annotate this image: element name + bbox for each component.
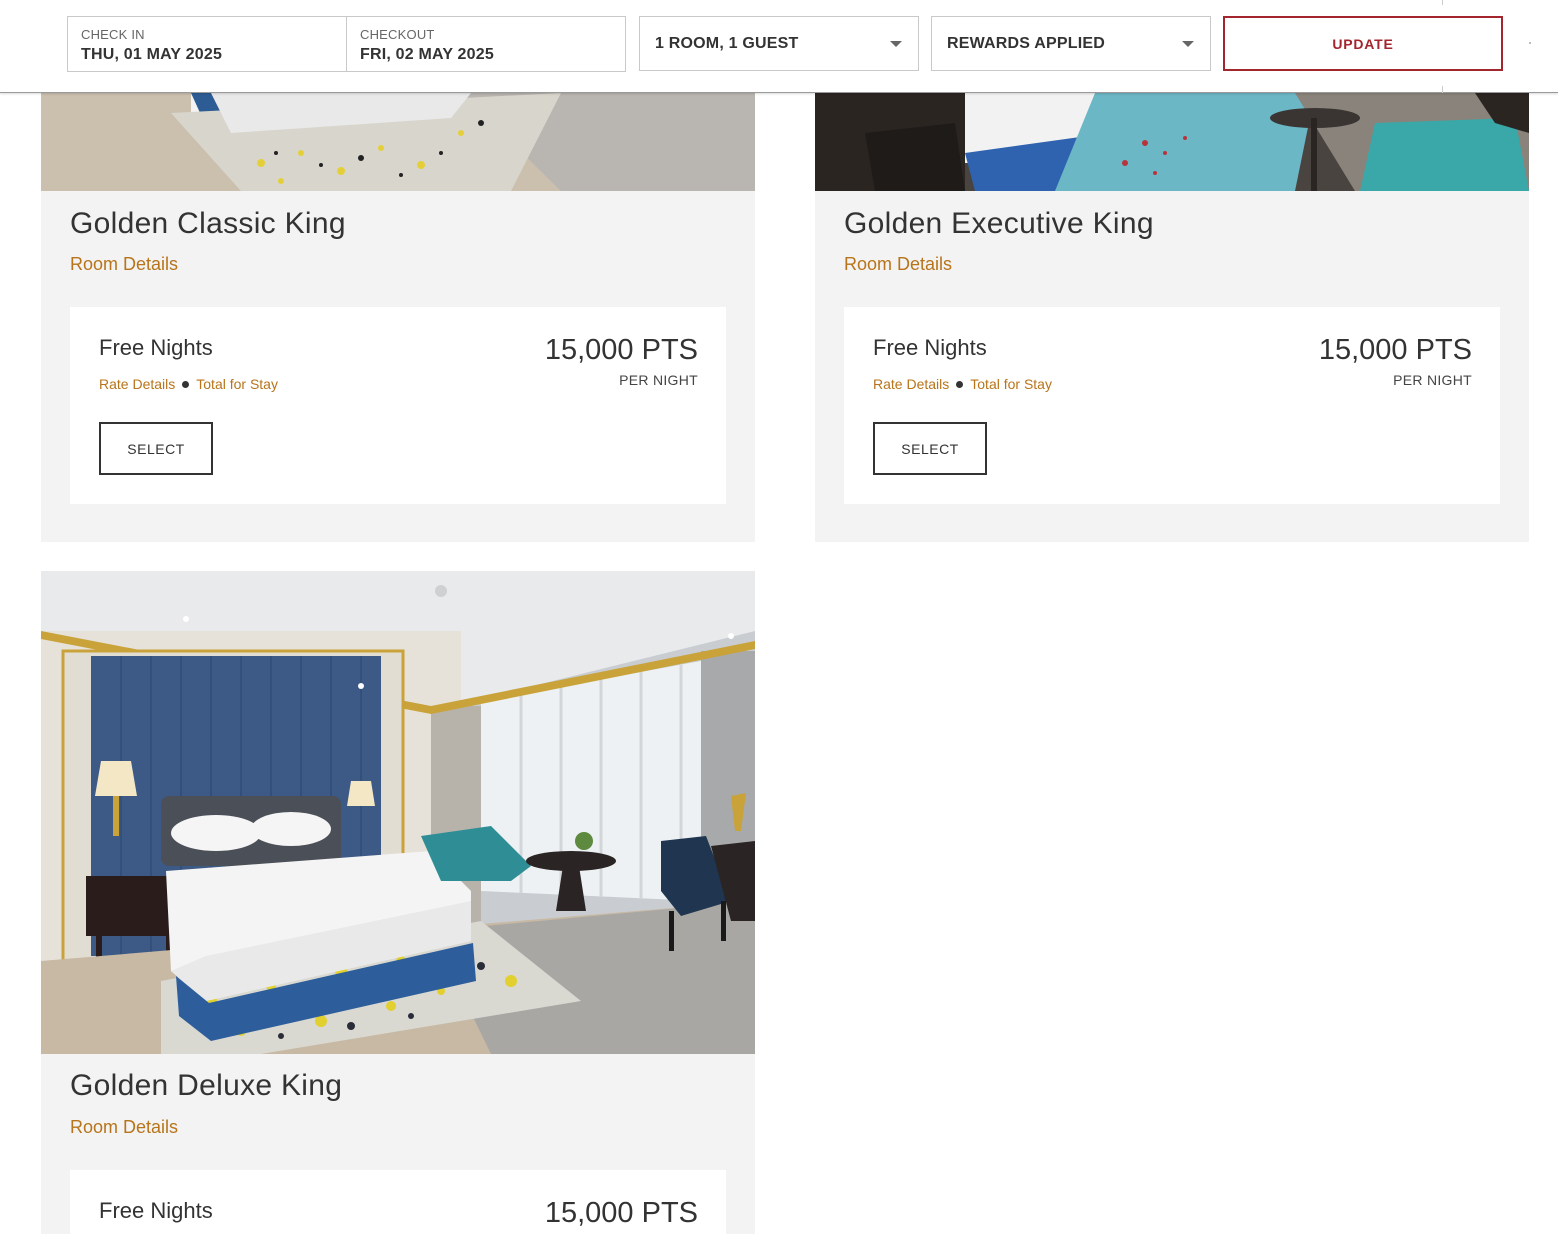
per-night-label: PER NIGHT (619, 372, 698, 388)
checkout-field[interactable]: CHECKOUT FRI, 02 MAY 2025 (346, 17, 625, 71)
bullet-separator (956, 380, 964, 388)
room-name: Golden Classic King (70, 207, 346, 240)
room-card: Golden Executive King Room Details Free … (815, 93, 1529, 542)
divider (1442, 86, 1443, 93)
room-name: Golden Deluxe King (70, 1069, 343, 1102)
divider (1529, 42, 1531, 44)
rate-details-link[interactable]: Rate Details (873, 376, 949, 392)
total-for-stay-link[interactable]: Total for Stay (196, 376, 278, 392)
room-photo[interactable] (41, 571, 755, 1054)
rewards-value: REWARDS APPLIED (947, 34, 1105, 52)
bullet-separator (182, 380, 190, 388)
room-details-link[interactable]: Room Details (844, 254, 952, 275)
rate-price: 15,000 PTS (544, 1197, 698, 1229)
rate-name: Free Nights (873, 335, 987, 360)
rate-option: Free Nights 15,000 PTS (70, 1170, 726, 1234)
room-details-link[interactable]: Room Details (70, 1117, 178, 1138)
update-button[interactable]: UPDATE (1223, 16, 1503, 71)
rate-links: Rate Details Total for Stay (873, 376, 1052, 392)
check-in-field[interactable]: CHECK IN THU, 01 MAY 2025 (68, 17, 346, 71)
booking-search-bar: CHECK IN THU, 01 MAY 2025 CHECKOUT FRI, … (0, 0, 1558, 93)
chevron-down-icon (1182, 41, 1194, 47)
rate-option: Free Nights Rate Details Total for Stay … (70, 307, 726, 504)
date-range-picker[interactable]: CHECK IN THU, 01 MAY 2025 CHECKOUT FRI, … (67, 16, 626, 72)
room-card: Golden Deluxe King Room Details Free Nig… (41, 571, 755, 1234)
room-photo[interactable] (41, 93, 755, 191)
rate-option: Free Nights Rate Details Total for Stay … (844, 307, 1500, 504)
room-details-link[interactable]: Room Details (70, 254, 178, 275)
room-name: Golden Executive King (844, 207, 1154, 240)
select-button[interactable]: SELECT (873, 422, 987, 475)
rooms-guests-value: 1 ROOM, 1 GUEST (655, 34, 799, 52)
select-button[interactable]: SELECT (99, 422, 213, 475)
rate-links: Rate Details Total for Stay (99, 376, 278, 392)
rewards-select[interactable]: REWARDS APPLIED (931, 16, 1211, 71)
rate-name: Free Nights (99, 335, 213, 360)
divider (1442, 0, 1443, 5)
rate-price: 15,000 PTS (544, 334, 698, 366)
rate-name: Free Nights (99, 1198, 213, 1223)
rooms-guests-select[interactable]: 1 ROOM, 1 GUEST (639, 16, 919, 71)
chevron-down-icon (890, 41, 902, 47)
checkout-label: CHECKOUT (360, 27, 435, 42)
total-for-stay-link[interactable]: Total for Stay (970, 376, 1052, 392)
rate-details-link[interactable]: Rate Details (99, 376, 175, 392)
check-in-label: CHECK IN (81, 27, 145, 42)
check-in-value: THU, 01 MAY 2025 (81, 46, 223, 63)
room-card: Golden Classic King Room Details Free Ni… (41, 93, 755, 542)
checkout-value: FRI, 02 MAY 2025 (360, 46, 494, 63)
per-night-label: PER NIGHT (1393, 372, 1472, 388)
rate-price: 15,000 PTS (1318, 334, 1472, 366)
room-photo[interactable] (815, 93, 1529, 191)
